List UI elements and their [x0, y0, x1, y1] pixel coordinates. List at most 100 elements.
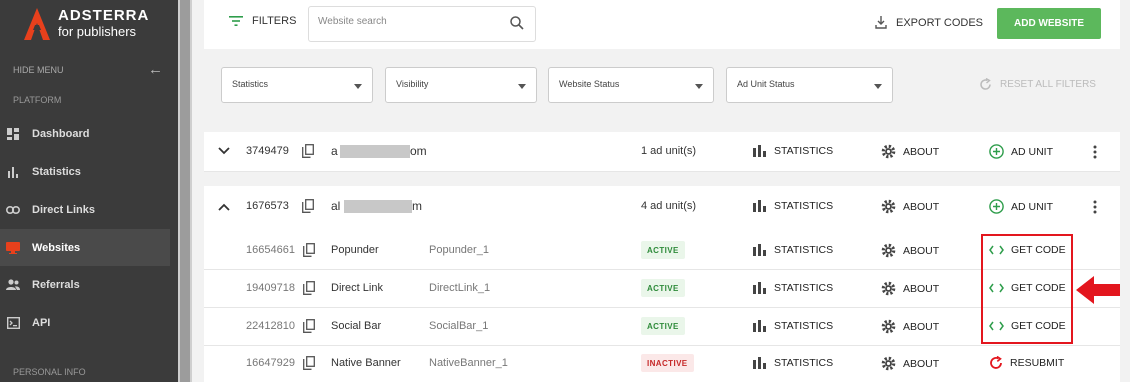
gear-icon [881, 281, 896, 296]
resubmit-label: RESUBMIT [1010, 357, 1065, 369]
search-icon[interactable] [510, 16, 524, 30]
about-label: ABOUT [903, 357, 940, 370]
statistics-label: STATISTICS [774, 282, 834, 294]
ad-unit-id: 19409718 [246, 282, 295, 294]
website-domain-end: om [410, 144, 427, 158]
about-label: ABOUT [903, 200, 940, 213]
statistics-link[interactable]: STATISTICS [753, 244, 833, 256]
filters-label: FILTERS [252, 15, 297, 27]
visibility-filter[interactable]: Visibility [385, 67, 537, 103]
statistics-link[interactable]: STATISTICS [753, 357, 833, 369]
gear-icon [881, 356, 896, 371]
statistics-link[interactable]: STATISTICS [753, 200, 833, 212]
ad-unit-row[interactable]: 16647929 Native Banner NativeBanner_1 IN… [204, 346, 1120, 382]
more-options-icon[interactable] [1093, 200, 1097, 214]
dashboard-icon [6, 127, 20, 141]
sidebar-scrollbar-thumb[interactable] [180, 0, 190, 382]
plus-circle-icon [989, 144, 1004, 159]
masked-domain [344, 200, 412, 213]
gear-icon [881, 144, 896, 159]
bar-chart-icon [753, 357, 766, 369]
sidebar-item-label: Referrals [32, 278, 80, 291]
platform-section-label: PLATFORM [13, 95, 62, 105]
ad-unit-type: Social Bar [331, 320, 382, 332]
website-domain-start: a [331, 144, 338, 158]
chevron-up-icon[interactable] [218, 203, 230, 211]
ad-unit-name: SocialBar_1 [429, 320, 489, 332]
sidebar-item-label: Direct Links [32, 203, 95, 216]
add-ad-unit-link[interactable]: AD UNIT [989, 199, 1053, 214]
sidebar-item-direct-links[interactable]: Direct Links [0, 191, 170, 228]
refresh-icon [980, 78, 991, 90]
brand-logo[interactable]: ADSTERRA for publishers [22, 5, 182, 40]
ad-unit-type: Direct Link [331, 282, 383, 294]
ad-unit-count: 4 ad unit(s) [641, 200, 697, 212]
website-status-filter[interactable]: Website Status [548, 67, 714, 103]
more-options-icon[interactable] [1093, 145, 1097, 159]
add-ad-unit-link[interactable]: AD UNIT [989, 144, 1053, 159]
export-codes-button[interactable]: EXPORT CODES [875, 16, 983, 29]
website-id: 3749479 [246, 145, 289, 157]
copy-icon[interactable] [302, 144, 314, 158]
statistics-label: STATISTICS [774, 320, 834, 332]
sidebar-item-label: Websites [32, 241, 81, 254]
sidebar-item-dashboard[interactable]: Dashboard [0, 115, 170, 152]
about-link[interactable]: ABOUT [881, 356, 939, 371]
sidebar-item-websites[interactable]: Websites [0, 229, 170, 266]
ad-unit-name: Popunder_1 [429, 244, 489, 256]
filters-button[interactable]: FILTERS [229, 15, 296, 27]
ad-unit-type: Popunder [331, 244, 379, 256]
sidebar-item-label: Dashboard [32, 127, 90, 140]
caret-down-icon [874, 84, 882, 89]
ad-unit-count: 1 ad unit(s) [641, 145, 697, 157]
bar-chart-icon [753, 200, 766, 212]
copy-icon[interactable] [302, 199, 314, 213]
red-arrow-left-icon [1076, 276, 1120, 304]
ad-unit-id: 22412810 [246, 320, 295, 332]
website-row[interactable]: 3749479 a om 1 ad unit(s) STATISTICS ABO… [204, 132, 1120, 172]
reset-all-filters-button[interactable]: RESET ALL FILTERS [979, 78, 1096, 91]
sidebar-item-statistics[interactable]: Statistics [0, 153, 170, 190]
search-input[interactable] [318, 16, 498, 27]
add-ad-unit-label: AD UNIT [1011, 145, 1053, 158]
bar-chart-icon [753, 282, 766, 294]
ad-unit-id: 16647929 [246, 357, 295, 369]
sidebar-item-api[interactable]: API [0, 304, 170, 341]
hide-menu-toggle[interactable]: HIDE MENU ← [13, 61, 163, 78]
about-link[interactable]: ABOUT [881, 319, 939, 334]
gear-icon [881, 199, 896, 214]
ad-unit-name: DirectLink_1 [429, 282, 491, 294]
brand-tagline: for publishers [58, 24, 137, 39]
statistics-link[interactable]: STATISTICS [753, 282, 833, 294]
ad-unit-status-filter[interactable]: Ad Unit Status [726, 67, 893, 103]
resubmit-link[interactable]: RESUBMIT [989, 356, 1064, 370]
filter-icon [229, 16, 243, 26]
about-link[interactable]: ABOUT [881, 243, 939, 258]
chevron-down-icon[interactable] [218, 147, 230, 155]
statistics-label: STATISTICS [774, 200, 834, 212]
website-row[interactable]: 1676573 al m 4 ad unit(s) STATISTICS ABO… [204, 186, 1120, 233]
status-badge: ACTIVE [641, 317, 685, 335]
copy-icon[interactable] [303, 281, 315, 295]
about-link[interactable]: ABOUT [881, 199, 939, 214]
sidebar-item-label: API [32, 316, 51, 329]
sidebar-item-referrals[interactable]: Referrals [0, 266, 170, 303]
copy-icon[interactable] [303, 356, 315, 370]
visibility-filter-label: Visibility [396, 79, 429, 89]
statistics-filter[interactable]: Statistics [221, 67, 373, 103]
ad-unit-id: 16654661 [246, 244, 295, 256]
about-link[interactable]: ABOUT [881, 144, 939, 159]
statistics-link[interactable]: STATISTICS [753, 320, 833, 332]
statistics-link[interactable]: STATISTICS [753, 145, 833, 157]
caret-down-icon [695, 84, 703, 89]
add-ad-unit-label: AD UNIT [1011, 200, 1053, 213]
copy-icon[interactable] [303, 319, 315, 333]
caret-down-icon [518, 84, 526, 89]
about-label: ABOUT [903, 282, 940, 295]
about-label: ABOUT [903, 145, 940, 158]
website-search[interactable] [308, 6, 536, 42]
add-website-button[interactable]: ADD WEBSITE [997, 8, 1101, 39]
about-link[interactable]: ABOUT [881, 281, 939, 296]
ad-unit-name: NativeBanner_1 [429, 357, 508, 369]
copy-icon[interactable] [303, 243, 315, 257]
